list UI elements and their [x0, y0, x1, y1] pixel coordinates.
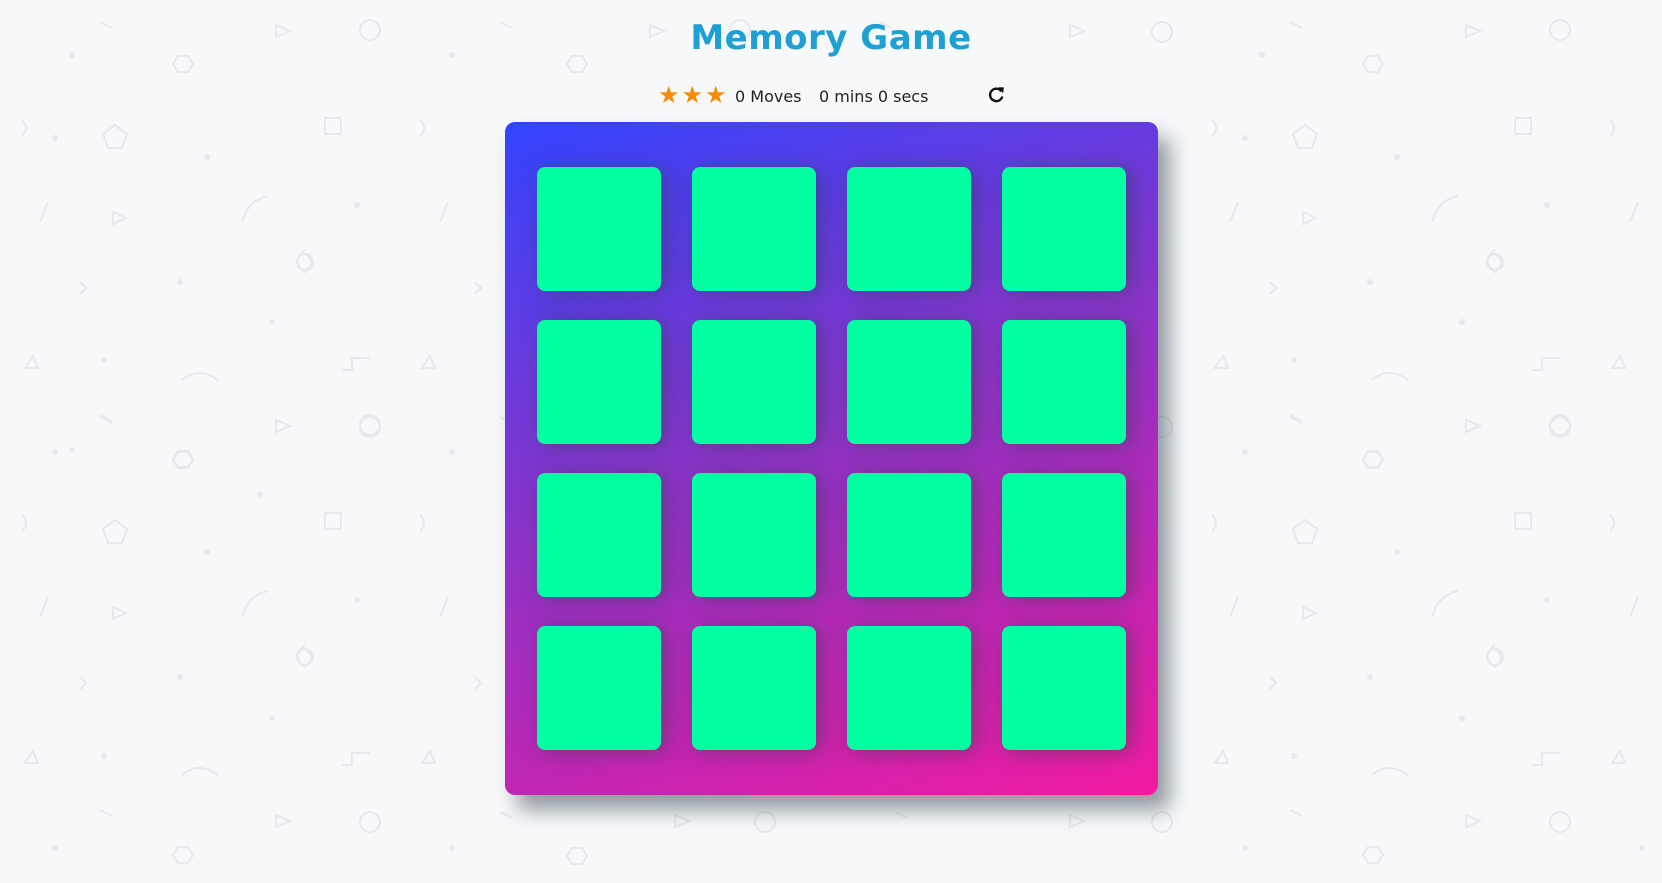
restart-button[interactable]	[985, 84, 1007, 106]
star-icon: ★	[681, 81, 704, 109]
card[interactable]	[692, 473, 816, 597]
card[interactable]	[1002, 167, 1126, 291]
repeat-icon	[988, 87, 1004, 103]
moves-counter: 0 Moves	[735, 87, 802, 106]
card[interactable]	[847, 167, 971, 291]
star-icon: ★	[705, 81, 727, 109]
card[interactable]	[1002, 320, 1126, 444]
card[interactable]	[1002, 626, 1126, 750]
card[interactable]	[537, 167, 661, 291]
card-deck	[505, 122, 1158, 795]
page-title: Memory Game	[690, 18, 972, 58]
card[interactable]	[537, 626, 661, 750]
card[interactable]	[537, 473, 661, 597]
card[interactable]	[692, 167, 816, 291]
card[interactable]	[847, 473, 971, 597]
card[interactable]	[1002, 473, 1126, 597]
card[interactable]	[692, 626, 816, 750]
score-panel: ★ ★ ★ 0 Moves 0 mins 0 secs	[658, 82, 1008, 112]
card[interactable]	[847, 320, 971, 444]
card[interactable]	[537, 320, 661, 444]
card[interactable]	[847, 626, 971, 750]
star-rating: ★ ★ ★	[658, 82, 727, 108]
card[interactable]	[692, 320, 816, 444]
timer: 0 mins 0 secs	[819, 87, 929, 106]
star-icon: ★	[658, 81, 680, 109]
